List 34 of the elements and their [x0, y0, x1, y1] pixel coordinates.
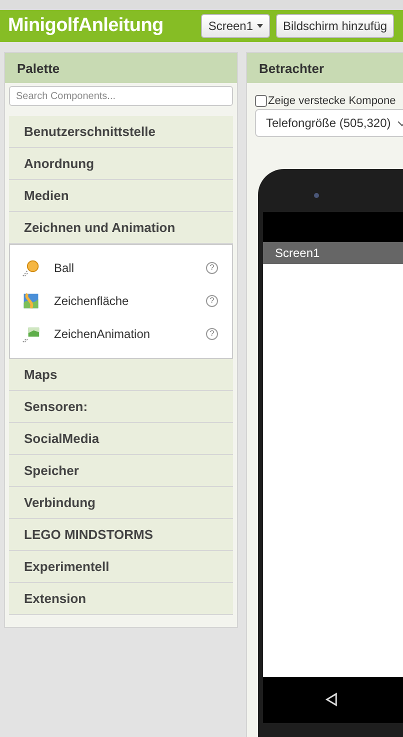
component-label[interactable]: Zeichenfläche — [54, 294, 206, 308]
component-label[interactable]: ZeichenAnimation — [54, 326, 206, 340]
category-header[interactable]: Sensoren: — [9, 391, 233, 423]
camera-icon — [314, 193, 319, 198]
category-header[interactable]: SocialMedia — [9, 423, 233, 455]
screen-dropdown[interactable]: Screen1 — [201, 14, 270, 38]
category-header[interactable]: Experimentell — [9, 551, 233, 583]
back-icon[interactable] — [325, 692, 338, 707]
help-icon[interactable]: ? — [206, 294, 218, 306]
component-label[interactable]: Ball — [54, 260, 206, 274]
category-header[interactable]: Verbindung — [9, 487, 233, 519]
category-header[interactable]: Benutzerschnittstelle — [9, 116, 233, 148]
size-dropdown[interactable]: Telefongröße (505,320) — [255, 109, 403, 137]
category-header[interactable]: Extension — [9, 583, 233, 615]
category-header[interactable]: LEGO MINDSTORMS — [9, 519, 233, 551]
help-icon[interactable]: ? — [206, 262, 218, 274]
category-header[interactable]: Maps — [9, 359, 233, 391]
help-icon[interactable]: ? — [206, 328, 218, 340]
caret-icon — [257, 24, 264, 28]
checkbox-label: Zeige verstecke Kompone — [268, 95, 396, 107]
category-header[interactable]: Anordnung — [9, 148, 233, 180]
app-title: MinigolfAnleitung — [8, 15, 164, 37]
ball-icon — [22, 258, 40, 276]
search-field[interactable]: Search Components... — [9, 86, 233, 106]
category-header[interactable]: Speicher — [9, 455, 233, 487]
panel-title: Palette — [17, 60, 60, 76]
add-screen-button[interactable]: Bildschirm hinzufüg — [276, 14, 394, 38]
panel-title: Betrachter — [259, 60, 324, 76]
category-header[interactable]: Medien — [9, 180, 233, 212]
category-header[interactable]: Zeichnen und Animation — [9, 212, 233, 244]
canvas-icon — [22, 292, 40, 310]
checkbox[interactable] — [255, 95, 267, 107]
sprite-icon — [22, 324, 40, 342]
screen-title: Screen1 — [275, 246, 320, 260]
